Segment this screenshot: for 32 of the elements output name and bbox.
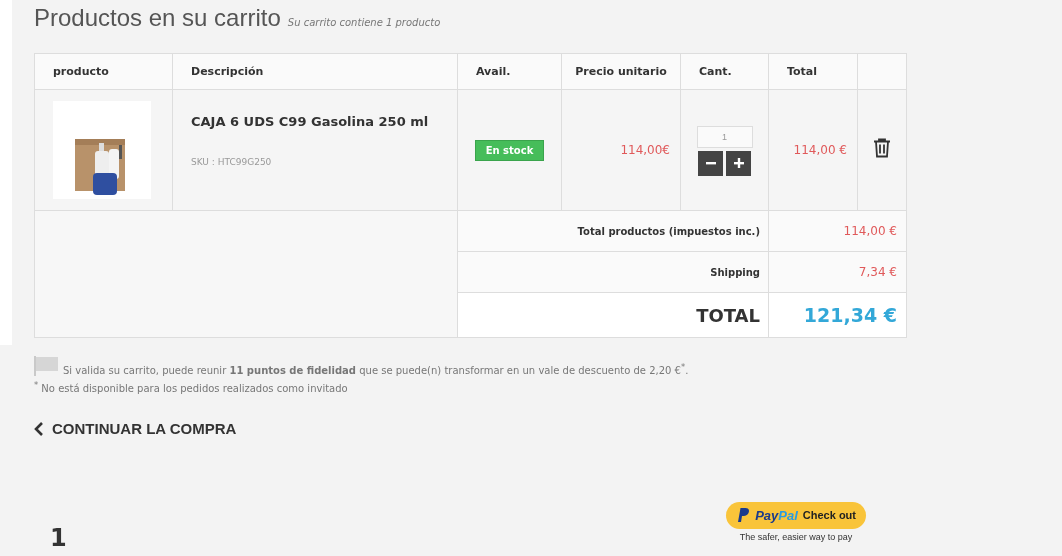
chevron-left-icon xyxy=(34,421,44,436)
unit-price: 114,00€ xyxy=(561,89,681,211)
column-header: Cant. xyxy=(680,53,769,90)
product-sku: SKU : HTC99G250 xyxy=(191,157,273,167)
grand-total-value: 121,34 € xyxy=(803,304,897,326)
continue-shopping-link[interactable]: CONTINUAR LA COMPRA xyxy=(34,420,237,438)
column-header: Avail. xyxy=(457,53,562,90)
summary-label: Shipping xyxy=(710,266,760,278)
paypal-checkout-button[interactable]: PayPal Check out xyxy=(726,501,866,529)
stock-label: En stock xyxy=(474,140,545,161)
summary-label: Total productos (impuestos inc.) xyxy=(577,225,760,237)
summary-value: 114,00 € xyxy=(843,224,897,238)
page-title: Productos en su carrito xyxy=(34,4,281,32)
column-header: Total xyxy=(768,53,858,90)
cart-count: Su carrito contiene 1 producto xyxy=(287,17,441,28)
delete-icon[interactable] xyxy=(873,138,891,158)
product-name[interactable]: CAJA 6 UDS C99 Gasolina 250 ml xyxy=(191,114,439,129)
column-header: Descripción xyxy=(172,53,458,90)
grand-total-label: TOTAL xyxy=(696,304,760,326)
loyalty-note: $^{*}$ No está disponible para los pedidos realizados como invitado xyxy=(34,380,349,395)
column-header: Precio unitario xyxy=(561,53,681,90)
increase-button[interactable] xyxy=(726,150,751,176)
plus-icon xyxy=(733,158,744,168)
loyalty-message: Si valida su carrito, puede reunir 11 puntos de fidelidad que se puede(n) transformar en un vale de descuento de 2,20 €$^{*}$. xyxy=(63,361,689,376)
p-logo-icon xyxy=(736,507,751,524)
step-number: 1 xyxy=(50,525,67,550)
summary-value: 7,34 € xyxy=(858,265,897,279)
flag-icon xyxy=(34,356,60,376)
column-header: producto xyxy=(34,53,173,90)
line-total: 114,00 € xyxy=(768,89,858,211)
decrease-button[interactable] xyxy=(698,150,723,176)
paypal-tagline: The safer, easier way to pay xyxy=(739,531,853,542)
